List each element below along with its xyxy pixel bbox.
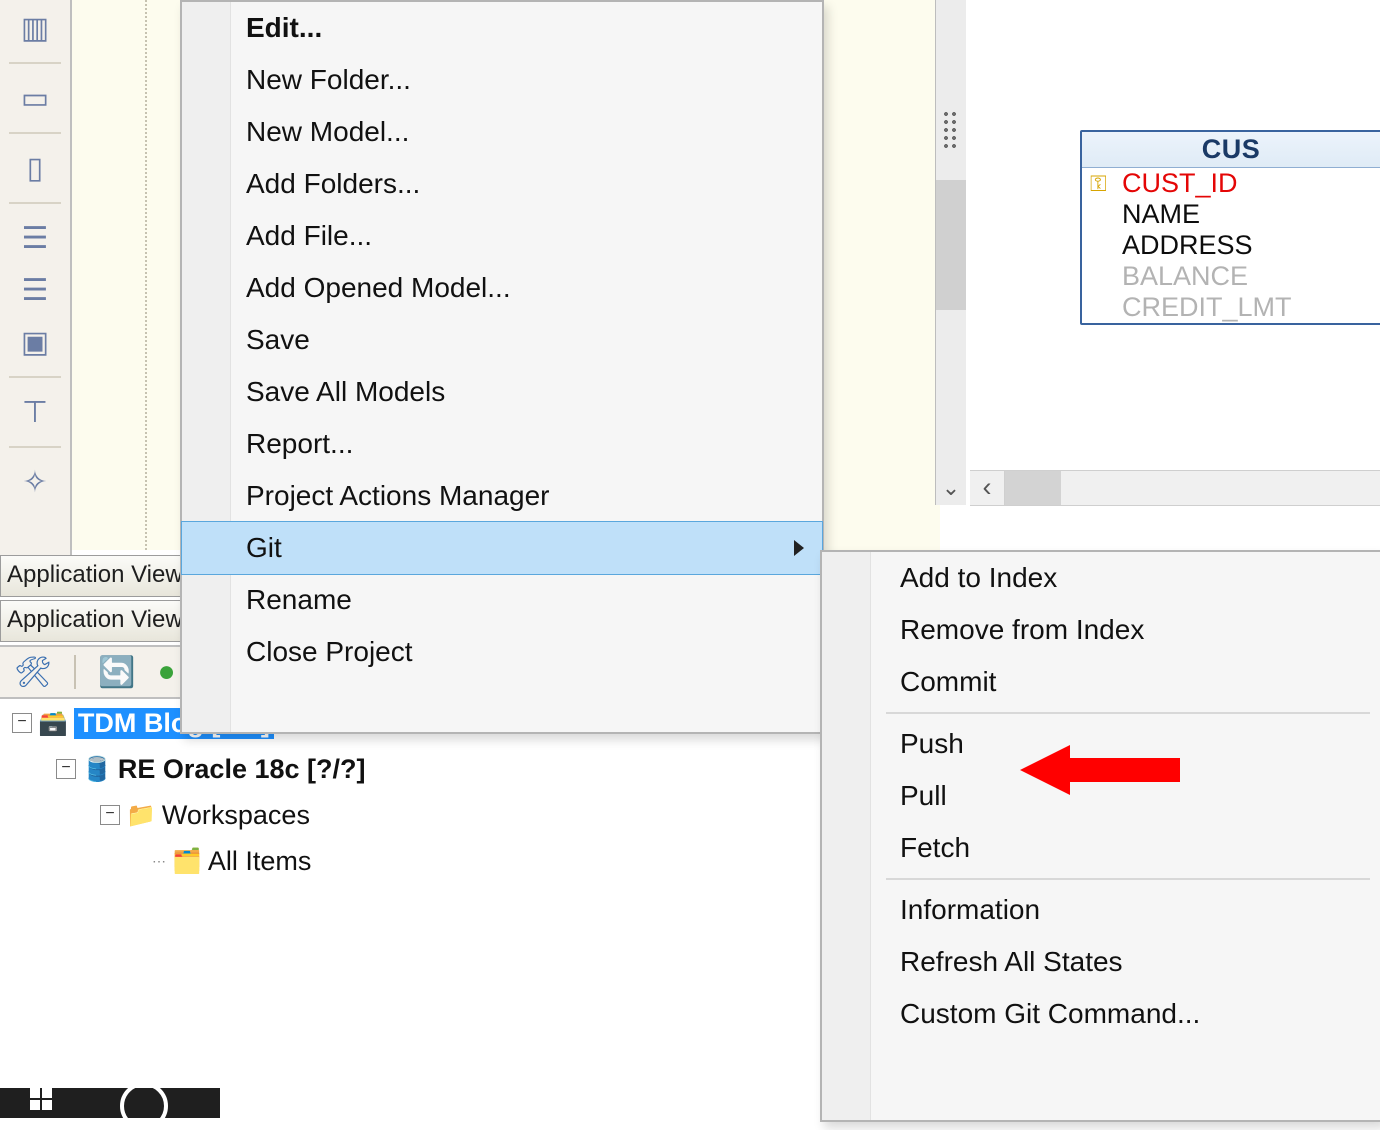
vertical-scrollbar[interactable]: ⌄ (935, 0, 967, 505)
separator (886, 878, 1370, 880)
menu-item-push[interactable]: Push (822, 718, 1380, 770)
collapse-icon[interactable]: − (100, 805, 120, 825)
scrollbar-thumb[interactable] (936, 180, 966, 310)
chevron-left-icon[interactable]: ‹ (970, 471, 1005, 505)
tab-application-view[interactable]: Application View (0, 600, 188, 642)
tree-node-label: RE Oracle 18c [?/?] (118, 754, 366, 785)
tab-application-view[interactable]: Application View (0, 555, 188, 597)
entity-field: BALANCE (1082, 261, 1380, 292)
tree-node-label: All Items (208, 846, 312, 877)
left-toolbar: ▥ ▭ ▯ ☰ ☰ ▣ ⊤ ✧ (0, 0, 72, 556)
menu-item-close-project[interactable]: Close Project (182, 626, 822, 678)
tool-button[interactable]: ⊤ (11, 390, 59, 434)
refresh-icon[interactable]: 🔄 (98, 655, 135, 690)
tree-node[interactable]: ⋯ 🗂️ All Items (0, 838, 820, 884)
primary-key-icon: ⚿ (1090, 171, 1116, 197)
menu-item-fetch[interactable]: Fetch (822, 822, 1380, 874)
tool-button[interactable]: ▯ (11, 146, 59, 190)
tree-node[interactable]: − 🛢️ RE Oracle 18c [?/?] (0, 746, 820, 792)
menu-item-remove-from-index[interactable]: Remove from Index (822, 604, 1380, 656)
entity-field: ADDRESS (1082, 230, 1380, 261)
separator (9, 376, 61, 378)
menu-item-custom-git-command[interactable]: Custom Git Command... (822, 988, 1380, 1040)
tool-icon[interactable]: 🛠 (14, 655, 52, 690)
menu-item-refresh-all-states[interactable]: Refresh All States (822, 936, 1380, 988)
tool-button[interactable]: ▭ (11, 76, 59, 120)
windows-start-icon[interactable] (30, 1088, 54, 1112)
collapse-icon[interactable]: − (56, 759, 76, 779)
context-menu-git: Add to Index Remove from Index Commit Pu… (820, 550, 1380, 1122)
menu-item-save-all-models[interactable]: Save All Models (182, 366, 822, 418)
folder-icon: 🗂️ (172, 847, 202, 876)
menu-item-commit[interactable]: Commit (822, 656, 1380, 708)
menu-item-new-folder[interactable]: New Folder... (182, 54, 822, 106)
separator (886, 712, 1370, 714)
context-menu: Edit... New Folder... New Model... Add F… (180, 0, 824, 734)
separator (9, 132, 61, 134)
menu-item-git[interactable]: Git (181, 521, 823, 575)
menu-item-add-file[interactable]: Add File... (182, 210, 822, 262)
tree-node[interactable]: − 📁 Workspaces (0, 792, 820, 838)
entity-field: CREDIT_LMT (1082, 292, 1380, 323)
tool-button[interactable]: ▥ (11, 6, 59, 50)
entity-field-label: BALANCE (1122, 261, 1248, 292)
tool-button[interactable]: ✧ (11, 460, 59, 504)
collapse-icon[interactable]: − (12, 713, 32, 733)
entity-field: NAME (1082, 199, 1380, 230)
splitter-grip-icon[interactable] (940, 108, 960, 152)
menu-item-rename[interactable]: Rename (182, 574, 822, 626)
database-icon: 🛢️ (82, 755, 112, 784)
separator (9, 202, 61, 204)
submenu-arrow-icon (794, 540, 804, 556)
menu-item-save[interactable]: Save (182, 314, 822, 366)
entity-field-label: ADDRESS (1122, 230, 1253, 261)
horizontal-scrollbar[interactable]: ‹ (970, 470, 1380, 506)
menu-item-add-to-index[interactable]: Add to Index (822, 552, 1380, 604)
menu-item-information[interactable]: Information (822, 884, 1380, 936)
scrollbar-thumb[interactable] (1005, 471, 1061, 505)
tree-connector-icon: ⋯ (150, 853, 166, 870)
menu-item-edit[interactable]: Edit... (182, 2, 822, 54)
entity-field-label: CUST_ID (1122, 168, 1238, 199)
chevron-down-icon[interactable]: ⌄ (936, 475, 966, 501)
menu-item-add-folders[interactable]: Add Folders... (182, 158, 822, 210)
tree-node-label: Workspaces (162, 800, 310, 831)
entity-field-label: NAME (1122, 199, 1200, 230)
tool-button[interactable]: ☰ (11, 216, 59, 260)
taskbar (0, 1088, 220, 1118)
entity-field-label: CREDIT_LMT (1122, 292, 1292, 323)
project-icon: 🗃️ (38, 709, 68, 738)
menu-item-new-model[interactable]: New Model... (182, 106, 822, 158)
separator (74, 655, 76, 689)
cortana-search-icon[interactable] (120, 1082, 168, 1130)
scrollbar-track[interactable] (1005, 471, 1380, 505)
tool-button[interactable]: ☰ (11, 268, 59, 312)
menu-item-pull[interactable]: Pull (822, 770, 1380, 822)
tool-icon[interactable]: ● (157, 655, 175, 689)
menu-item-add-opened-model[interactable]: Add Opened Model... (182, 262, 822, 314)
entity-title: CUS (1082, 132, 1380, 168)
separator (9, 62, 61, 64)
folder-icon: 📁 (126, 801, 156, 830)
menu-item-report[interactable]: Report... (182, 418, 822, 470)
tool-button[interactable]: ▣ (11, 320, 59, 364)
entity-field: ⚿ CUST_ID (1082, 168, 1380, 199)
entity-box[interactable]: CUS ⚿ CUST_ID NAME ADDRESS BALANCE CREDI… (1080, 130, 1380, 325)
separator (9, 446, 61, 448)
menu-item-project-actions-manager[interactable]: Project Actions Manager (182, 470, 822, 522)
